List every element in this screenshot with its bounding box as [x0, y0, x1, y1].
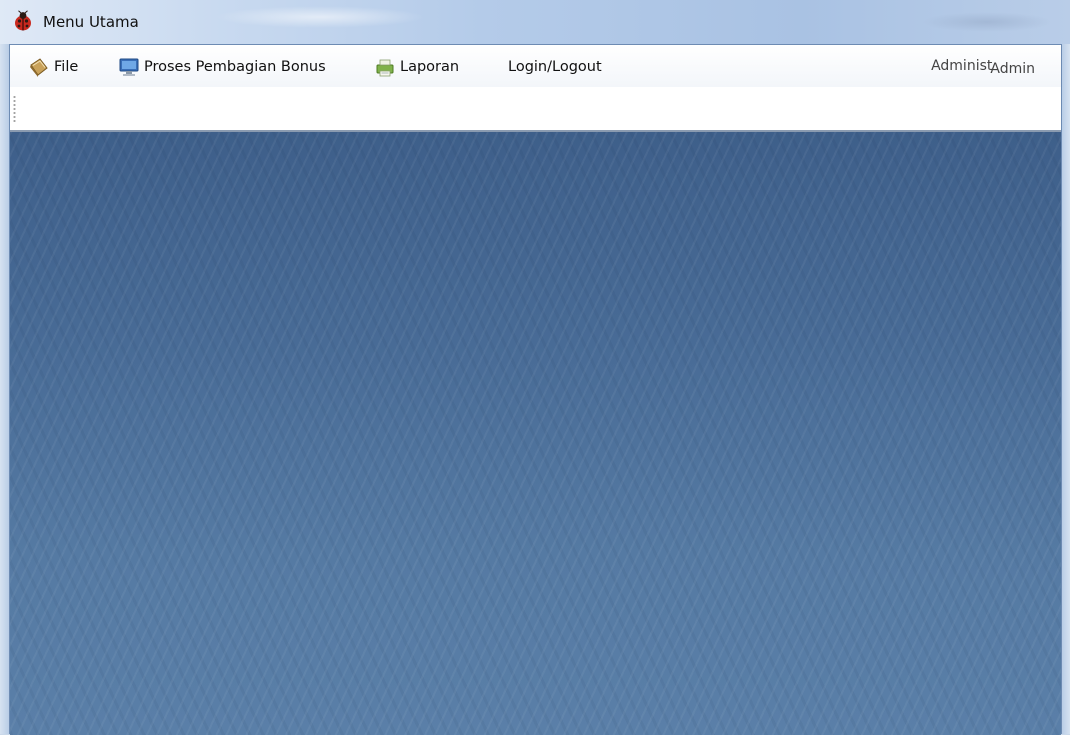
menu-file-label: File	[54, 59, 79, 75]
status-user: AdministAdmin	[931, 58, 1035, 77]
menu-proses-pembagian-bonus[interactable]: Proses Pembagian Bonus	[118, 53, 326, 81]
book-icon	[30, 58, 48, 77]
menu-login-logout[interactable]: Login/Logout	[508, 53, 602, 81]
mdi-background	[10, 132, 1061, 735]
toolbar-grip[interactable]	[13, 95, 16, 123]
menu-bar: File Proses Pembagian Bonus Laporan Logi…	[10, 45, 1061, 87]
menu-file[interactable]: File	[28, 53, 78, 81]
window-frame-right	[1062, 44, 1070, 734]
toolbar	[10, 87, 1061, 132]
client-area: File Proses Pembagian Bonus Laporan Logi…	[9, 44, 1062, 735]
ladybug-icon	[15, 10, 31, 31]
title-bar-glow	[215, 6, 425, 28]
printer-icon	[376, 59, 394, 77]
user-role: Administ	[931, 58, 993, 74]
title-bar-glow-right	[922, 12, 1052, 32]
menu-login-logout-label: Login/Logout	[508, 59, 602, 75]
monitor-icon	[119, 58, 139, 76]
menu-laporan-label: Laporan	[400, 59, 460, 75]
menu-proses-label: Proses Pembagian Bonus	[144, 59, 326, 75]
menu-laporan[interactable]: Laporan	[374, 53, 459, 81]
main-window: Menu Utama File Proses Pembagian Bonus L…	[0, 0, 1070, 735]
window-title: Menu Utama	[43, 13, 139, 31]
user-name: Admin	[990, 61, 1035, 77]
title-bar[interactable]: Menu Utama	[0, 0, 1070, 44]
window-frame-left	[0, 44, 9, 734]
